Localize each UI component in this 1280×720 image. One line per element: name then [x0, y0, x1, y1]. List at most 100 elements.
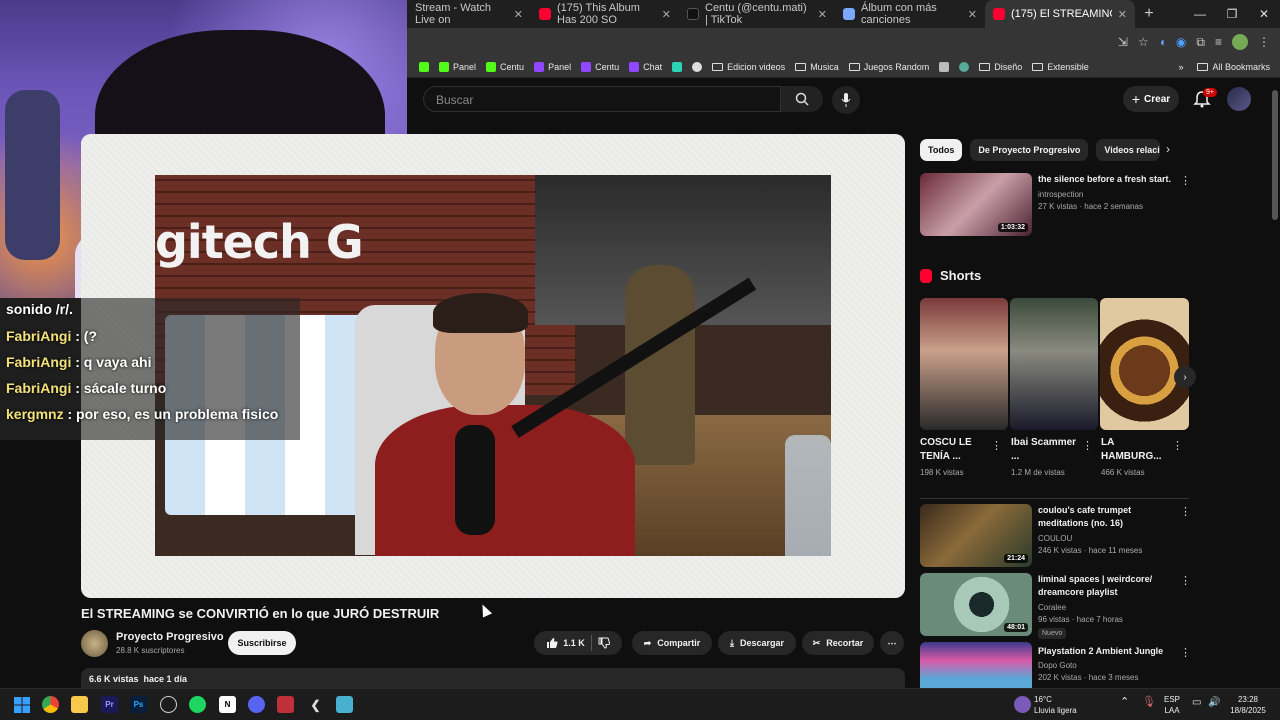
discord-icon[interactable]	[248, 696, 265, 713]
weather-widget[interactable]: 16°C Lluvia ligera	[1034, 694, 1077, 716]
page-scrollbar[interactable]	[1272, 90, 1278, 220]
related-video-title[interactable]: Playstation 2 Ambient Jungle	[1038, 645, 1176, 658]
browser-tab[interactable]: Stream - Watch Live on ✕	[407, 0, 531, 28]
volume-icon[interactable]: 🔊	[1208, 697, 1220, 708]
all-bookmarks-folder[interactable]: All Bookmarks	[1197, 62, 1270, 72]
microphone-icon[interactable]: 🎙	[1142, 697, 1156, 708]
bookmark-item[interactable]: Panel	[534, 61, 571, 72]
bookmark-item[interactable]	[939, 61, 950, 72]
short-title[interactable]: Ibai Scammer ...	[1011, 436, 1077, 464]
chrome-icon[interactable]	[42, 696, 59, 713]
create-button[interactable]: + Crear	[1123, 86, 1179, 112]
short-thumbnail[interactable]	[1010, 298, 1098, 430]
related-video-title[interactable]: coulou's cafe trumpet meditations (no. 1…	[1038, 504, 1176, 530]
star-icon[interactable]: ☆	[1138, 35, 1149, 49]
search-button[interactable]	[781, 86, 823, 112]
close-icon[interactable]: ✕	[968, 8, 977, 21]
chip-all[interactable]: Todos	[920, 139, 963, 161]
video-thumbnail[interactable]: 1:03:32	[920, 173, 1032, 236]
profile-avatar[interactable]	[1232, 34, 1248, 50]
chip-related[interactable]: Videos relacio	[1096, 139, 1161, 161]
close-window-icon[interactable]: ✕	[1248, 0, 1280, 28]
obs-icon[interactable]	[160, 696, 177, 713]
bookmark-folder[interactable]: Diseño	[979, 62, 1022, 72]
bookmark-item[interactable]	[672, 61, 683, 72]
new-tab-button[interactable]: +	[1135, 0, 1163, 28]
channel-name[interactable]: Proyecto Progresivo	[116, 631, 224, 643]
chip-channel[interactable]: De Proyecto Progresivo	[970, 139, 1089, 161]
download-button[interactable]: ⤓ Descargar	[718, 631, 796, 655]
install-icon[interactable]: ⇲	[1118, 35, 1128, 49]
bookmark-item[interactable]	[692, 61, 703, 72]
network-icon[interactable]: ▭	[1192, 697, 1201, 708]
bookmark-item[interactable]: Centu	[581, 61, 619, 72]
premiere-icon[interactable]: Pr	[101, 696, 118, 713]
chevron-right-icon[interactable]: »	[1178, 62, 1183, 72]
app-icon[interactable]	[277, 696, 294, 713]
app-icon[interactable]: ❮	[307, 696, 324, 713]
bookmark-folder[interactable]: Musica	[795, 62, 839, 72]
related-video-title[interactable]: liminal spaces | weirdcore/ dreamcore pl…	[1038, 573, 1176, 599]
photoshop-icon[interactable]: Ps	[130, 696, 147, 713]
clip-button[interactable]: ✂ Recortar	[802, 631, 874, 655]
bookmark-folder[interactable]: Juegos Random	[848, 62, 929, 72]
shorts-next-button[interactable]: ›	[1174, 366, 1196, 388]
clock[interactable]: 23:28 18/8/2025	[1226, 694, 1270, 716]
short-title[interactable]: LA HAMBURG...	[1101, 436, 1171, 464]
short-title[interactable]: COSCU LE TENÍA ...	[920, 436, 986, 464]
menu-icon[interactable]: ⋮	[1258, 35, 1270, 49]
browser-tab[interactable]: Centu (@centu.mati) | TikTok ✕	[679, 0, 835, 28]
chevron-right-icon[interactable]: ›	[1166, 142, 1170, 156]
extension-icon[interactable]: ◖	[1159, 35, 1166, 49]
voice-search-button[interactable]	[832, 86, 860, 114]
tab-search-icon[interactable]: ≡	[1215, 35, 1222, 49]
more-icon[interactable]: ⋮	[1180, 505, 1191, 518]
more-icon[interactable]: ⋮	[1082, 439, 1093, 452]
more-icon[interactable]: ⋮	[1172, 439, 1183, 452]
related-video-title[interactable]: the silence before a fresh start.	[1038, 173, 1176, 186]
bookmark-item[interactable]	[959, 61, 970, 72]
video-thumbnail[interactable]: 48:01	[920, 573, 1032, 636]
windows-start-icon[interactable]	[13, 696, 30, 713]
short-thumbnail[interactable]	[920, 298, 1008, 430]
chevron-up-icon[interactable]: ⌃	[1120, 697, 1129, 708]
bookmark-folder[interactable]: Edicion videos	[712, 62, 785, 72]
more-icon[interactable]: ⋮	[1180, 646, 1191, 659]
bookmark-item[interactable]	[419, 61, 429, 72]
file-explorer-icon[interactable]	[71, 696, 88, 713]
search-input[interactable]: Buscar	[423, 86, 781, 112]
extensions-puzzle-icon[interactable]: ⧉	[1196, 35, 1205, 50]
account-avatar[interactable]	[1227, 87, 1251, 111]
maximize-icon[interactable]: ❐	[1216, 0, 1248, 28]
browser-tab[interactable]: Álbum con más canciones ✕	[835, 0, 985, 28]
bookmark-item[interactable]: Panel	[439, 61, 476, 72]
close-icon[interactable]: ✕	[818, 8, 827, 21]
short-thumbnail[interactable]	[1100, 298, 1189, 430]
language-indicator[interactable]: ESP LAA	[1164, 694, 1180, 716]
video-thumbnail[interactable]	[920, 642, 1032, 688]
bookmark-item[interactable]: Chat	[629, 61, 662, 72]
thumbs-down-icon[interactable]	[598, 637, 610, 649]
video-thumbnail[interactable]: 21:24	[920, 504, 1032, 567]
notepad-icon[interactable]	[336, 696, 353, 713]
more-icon[interactable]: ⋮	[1180, 574, 1191, 587]
close-icon[interactable]: ✕	[514, 8, 523, 21]
more-icon[interactable]: ⋮	[991, 439, 1002, 452]
share-button[interactable]: ➦ Compartir	[632, 631, 712, 655]
like-button[interactable]: 1.1 K	[546, 637, 585, 649]
more-actions-button[interactable]: ⋯	[880, 631, 904, 655]
channel-avatar[interactable]	[81, 630, 108, 657]
extension-icon[interactable]: ◉	[1176, 35, 1186, 49]
bookmark-item[interactable]: Centu	[486, 61, 524, 72]
bookmark-folder[interactable]: Extensible	[1032, 62, 1089, 72]
close-icon[interactable]: ✕	[662, 8, 671, 21]
browser-tab-active[interactable]: (175) El STREAMING se CO ✕	[985, 0, 1135, 28]
more-icon[interactable]: ⋮	[1180, 174, 1191, 187]
weather-icon[interactable]	[1014, 696, 1031, 713]
spotify-icon[interactable]	[189, 696, 206, 713]
browser-tab[interactable]: (175) This Album Has 200 SO ✕	[531, 0, 679, 28]
close-icon[interactable]: ✕	[1118, 8, 1127, 21]
notion-icon[interactable]: N	[219, 696, 236, 713]
minimize-icon[interactable]: —	[1184, 0, 1216, 28]
subscribe-button[interactable]: Suscribirse	[228, 631, 296, 655]
